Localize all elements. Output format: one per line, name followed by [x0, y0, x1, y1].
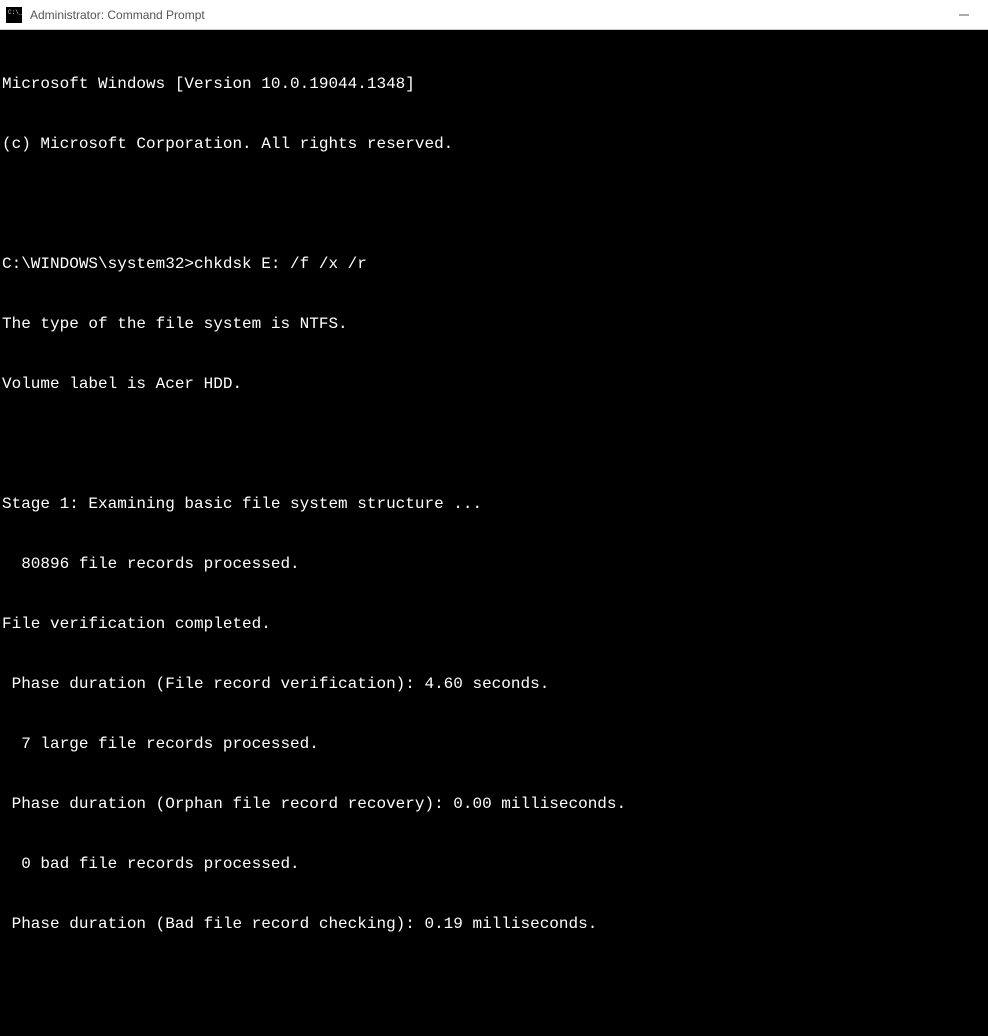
minimize-button[interactable] — [958, 9, 970, 21]
terminal-line: 0 bad file records processed. — [2, 854, 986, 874]
terminal-line: Phase duration (Bad file record checking… — [2, 914, 986, 934]
terminal-line: The type of the file system is NTFS. — [2, 314, 986, 334]
terminal-line: Volume label is Acer HDD. — [2, 374, 986, 394]
terminal-line: Microsoft Windows [Version 10.0.19044.13… — [2, 74, 986, 94]
window-controls — [958, 9, 982, 21]
terminal-line — [2, 194, 986, 214]
terminal-line: 7 large file records processed. — [2, 734, 986, 754]
terminal-line: Stage 1: Examining basic file system str… — [2, 494, 986, 514]
terminal-line — [2, 434, 986, 454]
terminal-line: C:\WINDOWS\system32>chkdsk E: /f /x /r — [2, 254, 986, 274]
titlebar[interactable]: Administrator: Command Prompt — [0, 0, 988, 30]
terminal-line: 80896 file records processed. — [2, 554, 986, 574]
terminal-line: File verification completed. — [2, 614, 986, 634]
terminal-line: (c) Microsoft Corporation. All rights re… — [2, 134, 986, 154]
terminal-line — [2, 974, 986, 994]
terminal-output[interactable]: Microsoft Windows [Version 10.0.19044.13… — [0, 30, 988, 1036]
terminal-line: Stage 2: Examining file name linkage ... — [2, 1034, 986, 1036]
cmd-icon — [6, 7, 22, 23]
window-title: Administrator: Command Prompt — [30, 8, 205, 22]
terminal-line: Phase duration (File record verification… — [2, 674, 986, 694]
terminal-line: Phase duration (Orphan file record recov… — [2, 794, 986, 814]
